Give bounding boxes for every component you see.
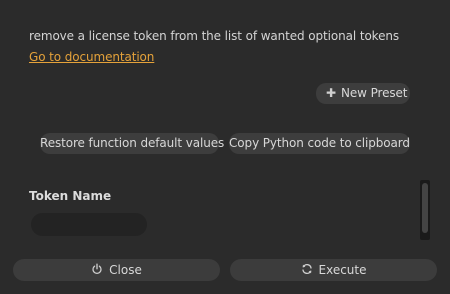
- power-icon: [92, 263, 102, 275]
- params-scrollbar[interactable]: [420, 180, 430, 240]
- execute-label: Execute: [318, 263, 367, 277]
- close-label: Close: [109, 263, 142, 277]
- restore-defaults-button[interactable]: Restore function default values: [40, 133, 224, 154]
- refresh-icon: [301, 264, 312, 274]
- plus-icon: ✚: [326, 86, 336, 100]
- execute-button[interactable]: Execute: [230, 259, 437, 281]
- function-description: remove a license token from the list of …: [29, 29, 400, 43]
- new-preset-button[interactable]: ✚ New Preset: [316, 83, 410, 104]
- new-preset-label: New Preset: [341, 86, 408, 100]
- close-button[interactable]: Close: [13, 259, 220, 281]
- scrollbar-thumb[interactable]: [422, 183, 428, 233]
- token-name-input[interactable]: [31, 213, 147, 236]
- copy-python-button[interactable]: Copy Python code to clipboard: [229, 133, 410, 154]
- token-name-label: Token Name: [29, 189, 112, 203]
- documentation-link[interactable]: Go to documentation: [29, 50, 154, 64]
